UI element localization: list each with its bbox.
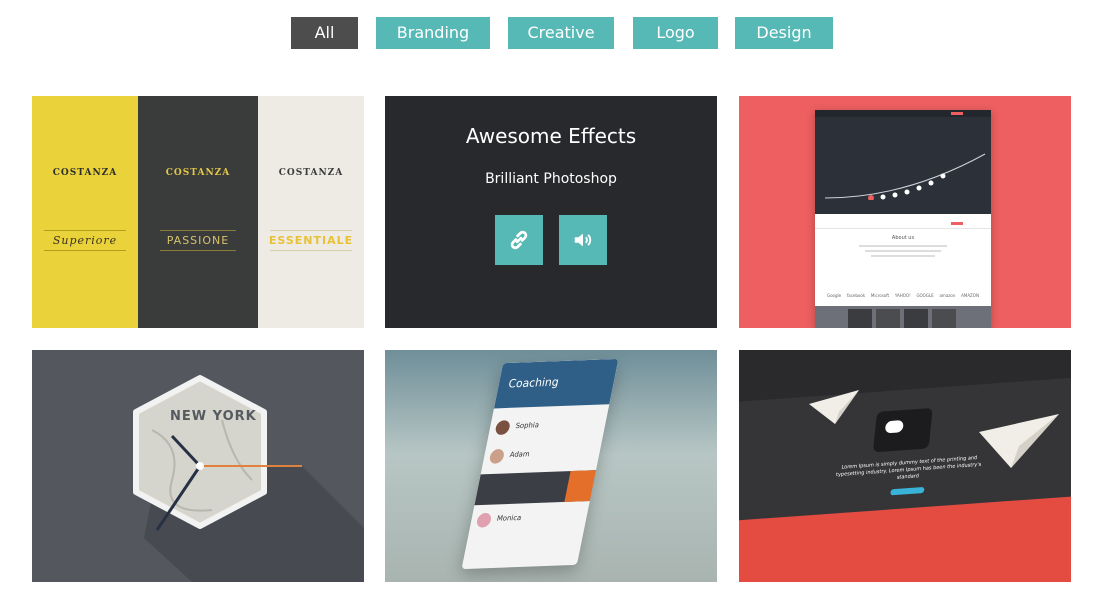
team-photo (848, 309, 872, 328)
brand-word: PASSIONE (166, 234, 230, 247)
client-logo: amazon (939, 293, 956, 298)
mockup-cta (951, 222, 963, 225)
mockup-text-line (871, 255, 935, 257)
paper-plane-icon (809, 390, 1059, 468)
portfolio-item-app[interactable]: Coaching Sophia Adam Monica (385, 350, 717, 582)
divider (44, 250, 126, 251)
divider (270, 250, 352, 251)
contact-name: Monica (496, 513, 523, 523)
action-tab (564, 470, 597, 502)
client-logo: AMAZON (961, 293, 979, 298)
client-logo: YAHOO! (894, 293, 911, 298)
filter-branding[interactable]: Branding (376, 17, 490, 49)
portfolio-item-website[interactable]: About us Google facebook Microsoft YAHOO… (739, 96, 1071, 328)
contact-name: Sophia (514, 421, 540, 431)
brand-word: ESSENTIALE (268, 234, 354, 247)
mockup-nav (815, 110, 991, 117)
link-icon (510, 230, 528, 250)
divider (160, 230, 236, 231)
mockup-text-line (859, 245, 947, 247)
phone-screen: Coaching Sophia Adam Monica (461, 358, 619, 570)
overlay-title: Awesome Effects (465, 124, 637, 148)
mockup-curve (824, 153, 986, 200)
link-button[interactable] (495, 215, 543, 265)
team-photo (932, 309, 956, 328)
client-logo: GOOGLE (916, 293, 934, 298)
sound-button[interactable] (559, 215, 607, 265)
avatar (488, 448, 506, 464)
mockup-clients: Google facebook Microsoft YAHOO! GOOGLE … (827, 293, 979, 299)
mockup-text-line (865, 250, 941, 252)
filter-design[interactable]: Design (735, 17, 833, 49)
portfolio-item-landing[interactable]: Lorem Ipsum is simply dummy text of the … (739, 350, 1071, 582)
divider (815, 228, 991, 229)
brand-panel-dark: COSTANZA PASSIONE (138, 96, 258, 328)
brand-logo: COSTANZA (52, 168, 118, 178)
filter-all[interactable]: All (291, 17, 358, 49)
avatar (494, 420, 512, 436)
mockup-team (815, 306, 991, 328)
brand-logo: COSTANZA (278, 168, 344, 178)
brand-panel-light: COSTANZA ESSENTIALE (258, 96, 364, 328)
speaker-icon (574, 233, 592, 247)
overlay-subtitle: Brilliant Photoshop (485, 171, 617, 187)
client-logo: Google (827, 293, 842, 298)
team-photo (876, 309, 900, 328)
app-title: Coaching (507, 375, 561, 391)
divider (44, 230, 126, 231)
avatar (475, 512, 493, 528)
app-header: Coaching (493, 358, 619, 409)
mockup-about: About us (891, 235, 915, 241)
map-city-label: NEW YORK (170, 409, 257, 424)
portfolio-item-costanza[interactable]: COSTANZA Superiore COSTANZA PASSIONE COS… (32, 96, 364, 328)
mockup-hero (815, 110, 991, 214)
client-logo: facebook (846, 293, 866, 298)
website-mockup: About us Google facebook Microsoft YAHOO… (815, 110, 991, 328)
divider (270, 230, 352, 231)
mockup-cta (951, 112, 963, 115)
portfolio-item-hover[interactable]: Awesome Effects Brilliant Photoshop (385, 96, 717, 328)
brand-logo: COSTANZA (165, 168, 231, 178)
portfolio-item-map[interactable]: NEW YORK (32, 350, 364, 582)
divider (160, 250, 236, 251)
filter-bar: All Branding Creative Logo Design (0, 17, 1100, 49)
filter-logo[interactable]: Logo (633, 17, 718, 49)
map-illustration (133, 375, 364, 582)
filter-creative[interactable]: Creative (508, 17, 614, 49)
selected-row (474, 470, 597, 506)
brand-word: Superiore (52, 234, 118, 247)
team-photo (904, 309, 928, 328)
contact-name: Adam (508, 450, 531, 460)
client-logo: Microsoft (870, 293, 890, 298)
brand-panel-yellow: COSTANZA Superiore (32, 96, 138, 328)
